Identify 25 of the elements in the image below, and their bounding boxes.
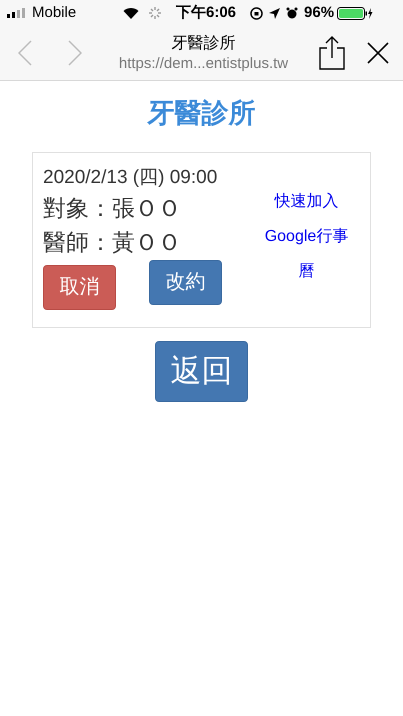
add-to-google-calendar-link[interactable]: 快速加入Google行事曆 [258, 184, 354, 289]
chevron-right-icon [68, 40, 82, 66]
page-url: https://dem...entistplus.tw [118, 54, 288, 74]
location-arrow-icon [269, 8, 280, 18]
battery-charging-icon [337, 6, 374, 20]
wifi-icon [123, 7, 139, 19]
page-title: 牙醫診所 [172, 34, 236, 54]
close-icon [367, 42, 389, 64]
clinic-heading: 牙醫診所 [148, 97, 256, 130]
battery-percentage: 96% [304, 2, 334, 23]
share-icon [319, 36, 345, 70]
back-button[interactable]: 返回 [155, 340, 248, 402]
signal-icon [7, 8, 27, 18]
alarm-clock-icon [286, 7, 298, 19]
clock-time: 下午6:06 [176, 2, 236, 23]
loading-spinner-icon [149, 7, 161, 19]
doctor-name: 醫師：黃ＯＯ [43, 228, 182, 256]
patient-name: 對象：張ＯＯ [43, 194, 182, 222]
cancel-button[interactable]: 取消 [43, 264, 116, 310]
carrier-name: Mobile [32, 2, 76, 23]
chevron-left-icon [18, 40, 32, 66]
reschedule-button[interactable]: 改約 [149, 260, 222, 304]
orientation-lock-icon [250, 6, 264, 20]
share-button[interactable] [317, 35, 347, 71]
appointment-datetime: 2020/2/13 (四) 09:00 [43, 166, 218, 190]
